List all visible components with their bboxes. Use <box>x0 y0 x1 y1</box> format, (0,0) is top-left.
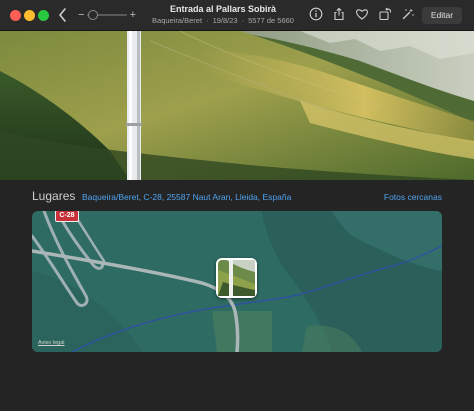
photo-count: 5577 de 5660 <box>248 16 294 25</box>
photo-location: Baqueira/Beret <box>152 16 203 25</box>
photo-subtitle: Baqueira/Beret · 19/8/23 · 5577 de 5660 <box>152 16 294 25</box>
places-header: Lugares Baqueira/Beret, C-28, 25587 Naut… <box>32 188 442 206</box>
zoom-out-label: − <box>78 9 85 21</box>
zoom-in-label: + <box>129 9 136 21</box>
toolbar: − + Entrada al Pallars Sobirà Baqueira/B… <box>0 0 474 31</box>
window-title: Entrada al Pallars Sobirà Baqueira/Beret… <box>148 4 298 26</box>
zoom-slider[interactable]: − + <box>78 8 136 22</box>
photo-image <box>0 31 474 180</box>
zoom-slider-knob[interactable] <box>88 10 98 20</box>
edit-button[interactable]: Editar <box>422 7 462 24</box>
info-icon[interactable] <box>309 7 323 21</box>
photo-location-pin[interactable] <box>216 258 257 298</box>
location-map[interactable]: C-28 Aviso legal <box>32 211 442 352</box>
close-window-button[interactable] <box>10 10 21 21</box>
minimize-window-button[interactable] <box>24 10 35 21</box>
address-link[interactable]: Baqueira/Beret, C-28, 25587 Naut Aran, L… <box>82 192 291 202</box>
pin-thumbnail <box>218 260 255 296</box>
legal-notice-link[interactable]: Aviso legal <box>38 340 65 346</box>
photo-date: 19/8/23 <box>212 16 238 25</box>
magic-wand-icon[interactable] <box>401 7 415 21</box>
nearby-photos-link[interactable]: Fotos cercanas <box>384 192 442 202</box>
rotate-icon[interactable] <box>378 7 392 21</box>
share-icon[interactable] <box>332 7 346 21</box>
road-label-badge: C-28 <box>55 211 79 222</box>
places-heading: Lugares <box>32 189 76 203</box>
maximize-window-button[interactable] <box>38 10 49 21</box>
back-chevron-icon[interactable] <box>56 6 70 24</box>
photo-view[interactable] <box>0 31 474 180</box>
heart-icon[interactable] <box>355 7 369 21</box>
photo-title: Entrada al Pallars Sobirà <box>169 4 277 14</box>
